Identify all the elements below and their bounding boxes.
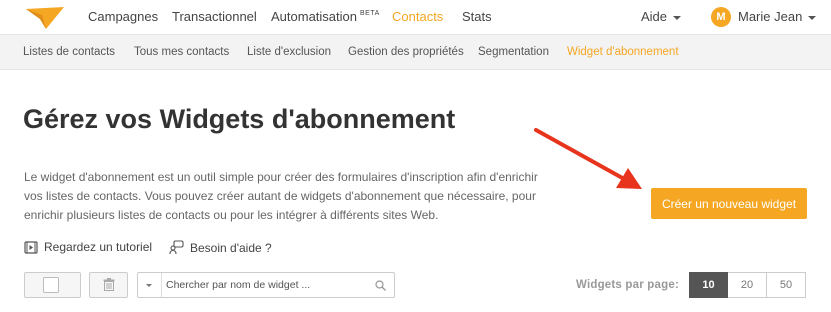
tutorial-link[interactable]: Regardez un tutoriel (24, 240, 152, 254)
nav-automatisation-label: Automatisation (271, 9, 357, 24)
arrow-annotation-icon (534, 128, 642, 189)
nav-campagnes[interactable]: Campagnes (88, 9, 158, 24)
delete-button[interactable] (89, 272, 128, 298)
user-name: Marie Jean (738, 9, 803, 24)
caret-down-icon (673, 15, 682, 20)
tutorial-link-label: Regardez un tutoriel (44, 240, 153, 254)
subnav-gestion-proprietes[interactable]: Gestion des propriétés (348, 46, 464, 58)
per-page-50[interactable]: 50 (767, 272, 806, 298)
subnav-liste-exclusion[interactable]: Liste d'exclusion (247, 46, 331, 58)
help-link[interactable]: Besoin d'aide ? (169, 240, 272, 255)
nav-contacts[interactable]: Contacts (392, 9, 443, 24)
per-page-selector: 10 20 50 (689, 272, 806, 298)
search-input[interactable] (166, 275, 366, 295)
per-page-10[interactable]: 10 (689, 272, 728, 298)
nav-transactionnel[interactable]: Transactionnel (172, 9, 257, 24)
sub-navbar: Listes de contacts Tous mes contacts Lis… (0, 34, 831, 70)
top-navbar: Campagnes Transactionnel Automatisation B… (0, 0, 831, 34)
video-icon (24, 240, 38, 254)
search-icon[interactable] (375, 280, 386, 291)
search-filter-dropdown[interactable] (138, 273, 162, 297)
caret-down-icon (808, 15, 817, 20)
nav-stats[interactable]: Stats (462, 9, 492, 24)
logo-icon[interactable] (26, 7, 64, 29)
page-title: Gérez vos Widgets d'abonnement (23, 104, 456, 134)
help-menu-label: Aide (641, 9, 668, 24)
widget-search (137, 272, 395, 298)
subnav-segmentation[interactable]: Segmentation (478, 46, 549, 58)
trash-icon (103, 278, 115, 291)
avatar[interactable]: M (711, 7, 731, 27)
user-menu[interactable]: Marie Jean (738, 9, 817, 24)
subnav-widget-abonnement[interactable]: Widget d'abonnement (567, 46, 679, 58)
subnav-tous-mes-contacts[interactable]: Tous mes contacts (134, 46, 229, 58)
support-icon (169, 240, 184, 255)
per-page-label: Widgets par page: (576, 279, 679, 291)
nav-automatisation[interactable]: Automatisation BETA (271, 9, 380, 24)
per-page-20[interactable]: 20 (728, 272, 767, 298)
caret-down-icon (146, 284, 152, 287)
help-link-label: Besoin d'aide ? (190, 240, 272, 255)
select-all-control[interactable] (24, 272, 81, 298)
create-widget-button[interactable]: Créer un nouveau widget (651, 188, 807, 219)
select-all-checkbox[interactable] (43, 277, 59, 293)
subnav-listes-de-contacts[interactable]: Listes de contacts (23, 46, 115, 58)
intro-text: Le widget d'abonnement est un outil simp… (24, 170, 538, 222)
beta-badge: BETA (360, 10, 380, 17)
help-menu[interactable]: Aide (641, 9, 682, 24)
